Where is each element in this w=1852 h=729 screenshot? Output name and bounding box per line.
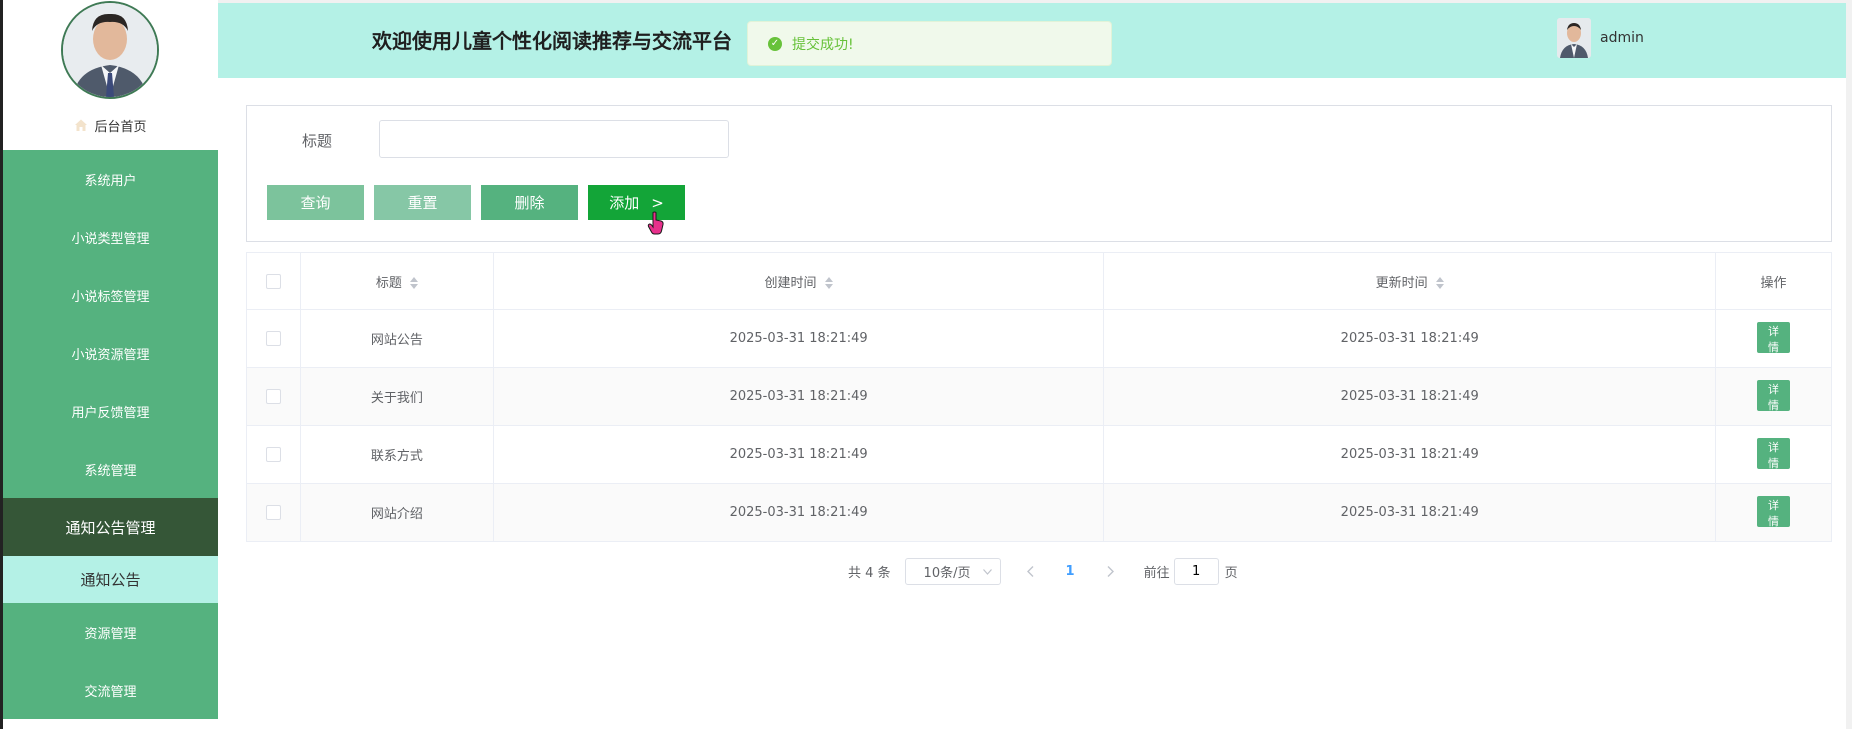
table-row: 关于我们 2025-03-31 18:21:49 2025-03-31 18:2…	[246, 367, 1832, 426]
avatar-portrait-icon	[63, 3, 157, 97]
cell-created-time: 2025-03-31 18:21:49	[492, 367, 1105, 426]
detail-button[interactable]: 详情	[1757, 438, 1790, 470]
delete-button[interactable]: 删除	[481, 185, 578, 220]
row-checkbox[interactable]	[265, 331, 281, 346]
sidebar-menu: 系统用户 小说类型管理 小说标签管理 小说资源管理 用户反馈管理 系统管理 通知…	[3, 150, 218, 719]
row-checkbox[interactable]	[265, 505, 281, 520]
search-panel: 标题 查询 重置 删除 添加 >	[246, 105, 1832, 242]
toast-message: 提交成功!	[792, 36, 854, 53]
home-icon	[75, 119, 88, 131]
cell-created-time: 2025-03-31 18:21:49	[492, 483, 1105, 542]
page-jump-input[interactable]	[1173, 558, 1219, 585]
sidebar-item-novel-type-management[interactable]: 小说类型管理	[3, 208, 218, 266]
cell-title: 网站公告	[299, 309, 494, 368]
table-row: 网站公告 2025-03-31 18:21:49 2025-03-31 18:2…	[246, 309, 1832, 368]
page-unit-label: 页	[1224, 566, 1238, 581]
cell-actions: 详情	[1715, 367, 1832, 426]
reset-button[interactable]: 重置	[374, 185, 471, 220]
cell-created-time: 2025-03-31 18:21:49	[492, 309, 1105, 368]
sidebar-item-communication-management[interactable]: 交流管理	[3, 661, 218, 719]
detail-button[interactable]: 详情	[1757, 496, 1790, 528]
scrollbar-track[interactable]	[1846, 0, 1852, 729]
cell-actions: 详情	[1715, 483, 1832, 542]
select-all-checkbox[interactable]	[265, 273, 281, 289]
column-actions: 操作	[1715, 252, 1832, 310]
column-created-time-label: 创建时间	[764, 275, 817, 291]
cell-updated-time: 2025-03-31 18:21:49	[1103, 483, 1717, 542]
select-all-cell[interactable]	[246, 252, 301, 310]
top-header: 欢迎使用儿童个性化阅读推荐与交流平台 ✓ 提交成功! admin	[218, 0, 1852, 78]
cell-created-time: 2025-03-31 18:21:49	[492, 425, 1105, 484]
cell-updated-time: 2025-03-31 18:21:49	[1103, 367, 1717, 426]
sidebar-item-system-management[interactable]: 系统管理	[3, 440, 218, 498]
cell-title: 关于我们	[299, 367, 494, 426]
sidebar-home-label: 后台首页	[94, 119, 147, 135]
sidebar-item-notice-management[interactable]: 通知公告管理	[3, 498, 218, 556]
cell-actions: 详情	[1715, 425, 1832, 484]
row-select-cell[interactable]	[246, 425, 301, 484]
row-select-cell[interactable]	[246, 367, 301, 426]
row-select-cell[interactable]	[246, 309, 301, 368]
page-size-value: 10条/页	[923, 566, 971, 581]
row-checkbox[interactable]	[265, 447, 281, 462]
page-size-select[interactable]: 10条/页	[904, 558, 1001, 585]
sidebar-item-novel-tag-management[interactable]: 小说标签管理	[3, 266, 218, 324]
sidebar-home-link[interactable]: 后台首页	[3, 113, 218, 137]
column-title[interactable]: 标题	[299, 252, 494, 310]
success-toast: ✓ 提交成功!	[747, 21, 1112, 66]
row-select-cell[interactable]	[246, 483, 301, 542]
table-row: 网站介绍 2025-03-31 18:21:49 2025-03-31 18:2…	[246, 483, 1832, 542]
next-page-icon[interactable]	[1107, 566, 1114, 577]
page-number-current[interactable]: 1	[1066, 564, 1075, 579]
admin-avatar	[61, 1, 159, 99]
user-menu[interactable]: admin	[1557, 18, 1644, 58]
sidebar-item-resource-management[interactable]: 资源管理	[3, 603, 218, 661]
username: admin	[1600, 30, 1644, 46]
sidebar-item-system-users[interactable]: 系统用户	[3, 150, 218, 208]
column-updated-time[interactable]: 更新时间	[1103, 252, 1717, 310]
table-header-row: 标题 创建时间 更新时间 操作	[246, 252, 1832, 310]
column-title-label: 标题	[375, 275, 402, 291]
sidebar-item-user-feedback-management[interactable]: 用户反馈管理	[3, 382, 218, 440]
table-row: 联系方式 2025-03-31 18:21:49 2025-03-31 18:2…	[246, 425, 1832, 484]
title-filter-label: 标题	[302, 132, 333, 150]
column-created-time[interactable]: 创建时间	[492, 252, 1105, 310]
prev-page-icon[interactable]	[1026, 566, 1034, 577]
cell-updated-time: 2025-03-31 18:21:49	[1103, 309, 1717, 368]
hand-pointer-cursor-icon	[647, 211, 664, 235]
goto-label: 前往	[1143, 566, 1170, 581]
notice-table: 标题 创建时间 更新时间 操作 网站公告 2025-03-31 18:21:49…	[246, 252, 1832, 542]
pagination-total: 共 4 条	[848, 566, 891, 581]
query-button[interactable]: 查询	[267, 185, 364, 220]
cell-title: 联系方式	[299, 425, 494, 484]
detail-button[interactable]: 详情	[1757, 380, 1790, 412]
add-button-arrow: >	[651, 193, 664, 212]
sort-icon[interactable]	[409, 277, 418, 289]
add-button[interactable]: 添加 >	[588, 185, 685, 220]
user-portrait-icon	[1557, 18, 1591, 58]
cell-updated-time: 2025-03-31 18:21:49	[1103, 425, 1717, 484]
sidebar-item-novel-resource-management[interactable]: 小说资源管理	[3, 324, 218, 382]
sort-icon[interactable]	[1435, 277, 1444, 289]
cell-actions: 详情	[1715, 309, 1832, 368]
site-title: 欢迎使用儿童个性化阅读推荐与交流平台	[372, 29, 732, 53]
sidebar-subitem-notices[interactable]: 通知公告	[3, 556, 218, 603]
sort-icon[interactable]	[824, 277, 833, 289]
detail-button[interactable]: 详情	[1757, 322, 1790, 354]
title-search-input[interactable]	[379, 120, 729, 158]
chevron-down-icon	[982, 568, 992, 575]
pagination: 共 4 条 10条/页 1 前往 页	[848, 558, 1238, 585]
row-checkbox[interactable]	[265, 389, 281, 404]
column-updated-time-label: 更新时间	[1375, 275, 1428, 291]
sidebar: 后台首页 系统用户 小说类型管理 小说标签管理 小说资源管理 用户反馈管理 系统…	[0, 0, 218, 729]
success-check-icon: ✓	[768, 36, 782, 51]
user-avatar	[1557, 18, 1591, 58]
add-button-label: 添加	[609, 194, 640, 212]
cell-title: 网站介绍	[299, 483, 494, 542]
